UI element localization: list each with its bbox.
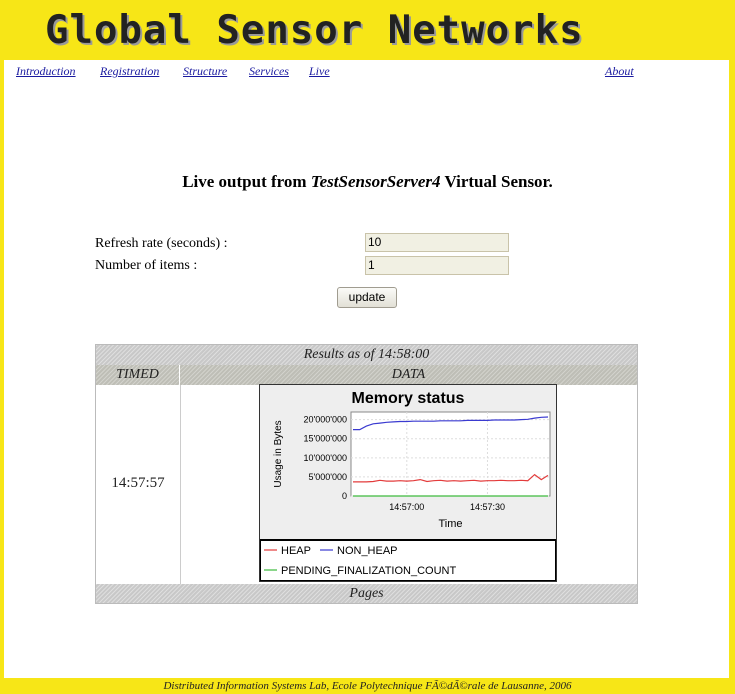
results-caption: Results as of 14:58:00 <box>96 345 637 365</box>
chart-title: Memory status <box>352 390 465 407</box>
nav-registration[interactable]: Registration <box>100 64 159 79</box>
banner: Global Sensor Networks <box>0 0 735 60</box>
update-button[interactable]: update <box>337 287 397 308</box>
y-tick-label: 0 <box>342 491 347 501</box>
pages-bar[interactable]: Pages <box>96 584 637 603</box>
site-logo: Global Sensor Networks <box>45 8 584 53</box>
refresh-rate-label: Refresh rate (seconds) : <box>95 236 228 251</box>
x-axis-label: Time <box>438 518 462 530</box>
plot-area <box>350 411 551 497</box>
sensor-name: TestSensorServer4 <box>310 172 441 191</box>
y-axis-label: Usage in Bytes <box>273 420 284 487</box>
legend-label: HEAP <box>281 545 311 557</box>
legend-label: NON_HEAP <box>337 545 398 557</box>
items-count-label: Number of items : <box>95 258 198 273</box>
column-divider <box>180 385 181 584</box>
nav-bar-tab <box>634 60 654 80</box>
memory-chart: Memory status 0 5'000'000 10'000'000 15'000'… <box>259 384 557 582</box>
y-tick-label: 5'000'000 <box>309 472 347 482</box>
legend-label: PENDING_FINALIZATION_COUNT <box>281 565 456 577</box>
items-count-input[interactable]: 1 <box>365 256 509 275</box>
nav-services[interactable]: Services <box>249 64 289 79</box>
timed-cell: 14:57:57 <box>111 475 165 491</box>
nav-live[interactable]: Live <box>309 64 330 79</box>
col-header-timed: TIMED <box>96 365 180 385</box>
x-tick-label: 14:57:30 <box>470 502 505 512</box>
y-tick-label: 20'000'000 <box>304 415 347 425</box>
y-tick-label: 15'000'000 <box>304 434 347 444</box>
title-prefix: Live output from <box>182 172 307 191</box>
nav-introduction[interactable]: Introduction <box>16 64 76 79</box>
footer: Distributed Information Systems Lab, Eco… <box>163 680 572 692</box>
refresh-rate-input[interactable]: 10 <box>365 233 509 252</box>
col-header-data: DATA <box>180 365 637 385</box>
x-tick-label: 14:57:00 <box>389 502 424 512</box>
nav-structure[interactable]: Structure <box>183 64 227 79</box>
title-suffix: Virtual Sensor. <box>444 172 553 191</box>
page-title: Live output from TestSensorServer4 Virtu… <box>0 172 735 192</box>
memory-chart-svg: Memory status 0 5'000'000 10'000'000 15'000'… <box>259 390 557 582</box>
y-tick-label: 10'000'000 <box>304 453 347 463</box>
nav-about[interactable]: About <box>605 64 634 79</box>
